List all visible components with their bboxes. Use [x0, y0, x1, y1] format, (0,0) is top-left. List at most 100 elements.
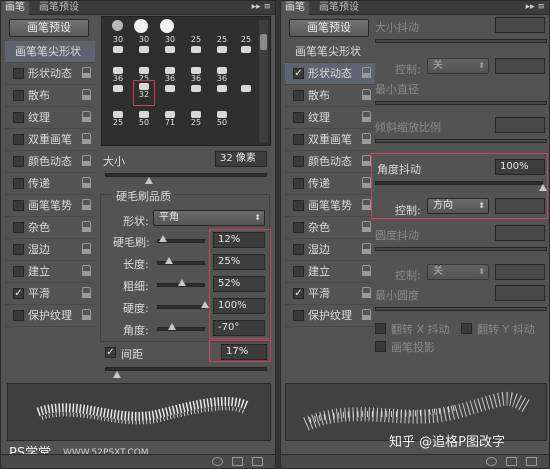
- lock-icon[interactable]: [82, 265, 91, 276]
- checkbox[interactable]: [13, 156, 24, 167]
- size-control-input[interactable]: [495, 58, 545, 74]
- tab-brush-presets[interactable]: 画笔预设: [35, 1, 83, 15]
- sidebar-item-transfer[interactable]: 传递: [5, 173, 95, 195]
- lock-icon[interactable]: [82, 133, 91, 144]
- size-slider[interactable]: [105, 173, 267, 177]
- lock-icon[interactable]: [362, 67, 371, 78]
- scrollbar-thumb[interactable]: [260, 34, 267, 50]
- size-jitter-input[interactable]: [495, 17, 545, 33]
- brush-tip[interactable]: 50: [134, 109, 154, 129]
- checkbox[interactable]: [13, 90, 24, 101]
- sidebar-item-shape-dynamics[interactable]: 形状动态: [5, 63, 95, 85]
- lock-icon[interactable]: [362, 265, 371, 276]
- sidebar-item-dual-brush[interactable]: 双重画笔: [5, 129, 95, 151]
- thickness-slider-knob[interactable]: [178, 279, 186, 286]
- checkbox[interactable]: [293, 310, 304, 321]
- brush-tip[interactable]: [186, 83, 206, 103]
- tab-brush-presets[interactable]: 画笔预设: [315, 1, 363, 15]
- checkbox[interactable]: [13, 200, 24, 211]
- size-jitter-slider[interactable]: [375, 39, 547, 43]
- panel-menu-icon[interactable]: ▸▸ ≡: [252, 2, 271, 12]
- lock-icon[interactable]: [82, 199, 91, 210]
- checkbox[interactable]: [293, 222, 304, 233]
- flip-y-checkbox[interactable]: [461, 323, 472, 334]
- checkbox[interactable]: [13, 68, 24, 79]
- stiffness-slider[interactable]: [157, 305, 205, 309]
- brush-tip[interactable]: 25: [212, 35, 232, 55]
- brush-tip[interactable]: [212, 83, 232, 103]
- brush-tip[interactable]: 25: [108, 109, 128, 129]
- hard-round-brush[interactable]: [160, 19, 174, 33]
- lock-icon[interactable]: [362, 89, 371, 100]
- sidebar-item-texture[interactable]: 纹理: [285, 107, 375, 129]
- angle-slider[interactable]: [157, 327, 205, 331]
- angle-jitter-input[interactable]: 100%: [495, 159, 545, 175]
- size-control-dropdown[interactable]: 关 ⬍: [427, 58, 489, 74]
- lock-icon[interactable]: [82, 89, 91, 100]
- lock-icon[interactable]: [362, 287, 371, 298]
- checkbox[interactable]: [13, 244, 24, 255]
- spacing-slider-knob[interactable]: [113, 371, 121, 378]
- sidebar-item-scattering[interactable]: 散布: [5, 85, 95, 107]
- angle-jitter-slider-knob[interactable]: [539, 184, 547, 191]
- checkbox[interactable]: [13, 178, 24, 189]
- spacing-slider[interactable]: [105, 367, 267, 371]
- lock-icon[interactable]: [82, 111, 91, 122]
- brush-tip[interactable]: [160, 83, 180, 103]
- sidebar-item-build-up[interactable]: 建立: [5, 261, 95, 283]
- sidebar-item-texture[interactable]: 纹理: [5, 107, 95, 129]
- size-input[interactable]: 32 像素: [215, 151, 267, 167]
- brush-tip[interactable]: 30: [108, 35, 128, 55]
- checkbox[interactable]: [293, 112, 304, 123]
- brush-tip[interactable]: 30: [160, 35, 180, 55]
- lock-icon[interactable]: [362, 133, 371, 144]
- sidebar-item-dual-brush[interactable]: 双重画笔: [285, 129, 375, 151]
- brush-tip[interactable]: 36: [108, 65, 128, 85]
- sidebar-item-color-dynamics[interactable]: 颜色动态: [285, 151, 375, 173]
- length-slider-knob[interactable]: [165, 257, 173, 264]
- brush-tip[interactable]: [236, 83, 256, 103]
- sidebar-item-noise[interactable]: 杂色: [5, 217, 95, 239]
- brush-presets-button[interactable]: 画笔预设: [289, 19, 369, 37]
- checkbox[interactable]: [13, 266, 24, 277]
- checkbox[interactable]: [13, 310, 24, 321]
- checkbox[interactable]: [13, 112, 24, 123]
- sidebar-item-color-dynamics[interactable]: 颜色动态: [5, 151, 95, 173]
- lock-icon[interactable]: [82, 155, 91, 166]
- hard-round-brush[interactable]: [134, 19, 148, 33]
- checkbox[interactable]: [293, 156, 304, 167]
- min-roundness-input[interactable]: [495, 285, 545, 301]
- angle-jitter-slider[interactable]: [375, 181, 543, 185]
- shape-dropdown[interactable]: 平角 ⬍: [153, 210, 265, 226]
- roundness-control-dropdown[interactable]: 关 ⬍: [427, 264, 489, 280]
- checkbox[interactable]: [293, 200, 304, 211]
- checkbox[interactable]: [293, 134, 304, 145]
- sidebar-item-brush-tip-shape[interactable]: 画笔笔尖形状: [5, 41, 95, 63]
- sidebar-item-wet-edges[interactable]: 湿边: [5, 239, 95, 261]
- brush-tip-selected[interactable]: 32: [133, 80, 155, 106]
- lock-icon[interactable]: [82, 309, 91, 320]
- sidebar-item-build-up[interactable]: 建立: [285, 261, 375, 283]
- brush-projection-checkbox[interactable]: [375, 341, 386, 352]
- lock-icon[interactable]: [82, 177, 91, 188]
- sidebar-item-brush-pose[interactable]: 画笔笔势: [5, 195, 95, 217]
- sidebar-item-shape-dynamics[interactable]: ✓ 形状动态: [285, 63, 375, 85]
- sidebar-item-transfer[interactable]: 传递: [285, 173, 375, 195]
- sidebar-item-protect-texture[interactable]: 保护纹理: [5, 305, 95, 327]
- min-roundness-slider[interactable]: [375, 307, 547, 311]
- size-slider-knob[interactable]: [145, 177, 153, 184]
- lock-icon[interactable]: [362, 155, 371, 166]
- eye-icon[interactable]: [486, 457, 497, 466]
- lock-icon[interactable]: [362, 243, 371, 254]
- brush-tip[interactable]: 36: [186, 65, 206, 85]
- brush-tip[interactable]: 25: [186, 35, 206, 55]
- lock-icon[interactable]: [362, 309, 371, 320]
- angle-control-input[interactable]: [495, 198, 545, 214]
- bristles-slider-knob[interactable]: [159, 235, 167, 242]
- brush-tip[interactable]: 71: [160, 109, 180, 129]
- lock-icon[interactable]: [82, 243, 91, 254]
- brush-tip[interactable]: 25: [236, 35, 256, 55]
- lock-icon[interactable]: [82, 221, 91, 232]
- checkbox[interactable]: [293, 90, 304, 101]
- stiffness-slider-knob[interactable]: [201, 301, 209, 308]
